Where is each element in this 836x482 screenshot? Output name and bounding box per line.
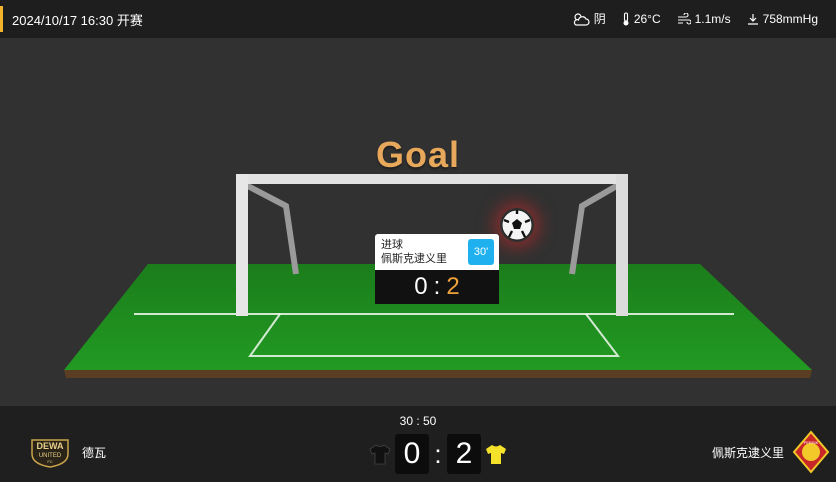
svg-text:DEWA: DEWA — [37, 441, 65, 451]
goal-event-info: 进球 佩斯克逮义里 30' — [375, 234, 499, 270]
goal-back-left — [242, 181, 299, 275]
wind-value: 1.1m/s — [694, 11, 731, 26]
weather-condition: 阴 — [572, 10, 606, 27]
match-datetime: 2024/10/17 16:30 开赛 — [12, 13, 143, 28]
event-away-score: 2 — [446, 273, 460, 300]
weather-temperature: 26°C — [622, 10, 661, 27]
goal-post-right — [616, 174, 628, 316]
pressure-value: 758mmHg — [762, 11, 818, 26]
away-jersey-icon — [486, 445, 506, 464]
home-score: 0 — [395, 434, 429, 474]
temperature-value: 26°C — [633, 11, 661, 26]
goal-back-right — [569, 181, 622, 275]
accent-marker — [0, 6, 3, 32]
soccer-ball-icon — [501, 209, 533, 241]
pitch-graphic — [64, 174, 812, 378]
event-score: 0 : 2 — [375, 270, 499, 304]
cloudy-sun-icon — [573, 12, 590, 26]
event-score-separator: : — [433, 273, 441, 300]
goal-event-popup: 进球 佩斯克逮义里 30' 0 : 2 — [375, 234, 499, 304]
away-team-name: 佩斯克逮义里 — [711, 445, 784, 460]
top-bar: 2024/10/17 16:30 开赛 阴 26°C 1.1m/s 758mmH… — [0, 0, 836, 38]
weather-wind: 1.1m/s — [677, 10, 731, 27]
pitch-animation — [0, 38, 836, 406]
svg-text:PERSIK: PERSIK — [804, 440, 819, 445]
away-team: 佩斯克逮义里 PERSIK — [712, 430, 830, 474]
home-team: DEWA UNITED FC 德瓦 — [28, 436, 106, 468]
main-score: 0 : 2 — [368, 434, 508, 474]
score-separator: : — [434, 438, 442, 469]
home-jersey-icon — [369, 444, 391, 465]
wind-icon — [677, 12, 691, 25]
turf-soil-edge — [64, 370, 812, 378]
pressure-icon — [747, 13, 758, 25]
home-team-name: 德瓦 — [82, 445, 107, 460]
home-team-logo: DEWA UNITED FC — [31, 439, 69, 468]
goal-post-left — [236, 174, 248, 316]
weather-panel: 阴 26°C 1.1m/s 758mmHg — [572, 10, 818, 27]
weather-pressure: 758mmHg — [747, 10, 818, 27]
weather-condition-label: 阴 — [593, 12, 606, 26]
thermometer-icon — [623, 11, 629, 25]
event-home-score: 0 — [414, 273, 428, 300]
event-minute-badge: 30' — [468, 239, 494, 265]
away-score: 2 — [447, 434, 481, 474]
goal-title: Goal — [375, 134, 460, 175]
svg-text:FC: FC — [47, 459, 52, 464]
match-clock: 30 : 50 — [399, 414, 437, 428]
away-team-logo: PERSIK — [792, 430, 830, 474]
